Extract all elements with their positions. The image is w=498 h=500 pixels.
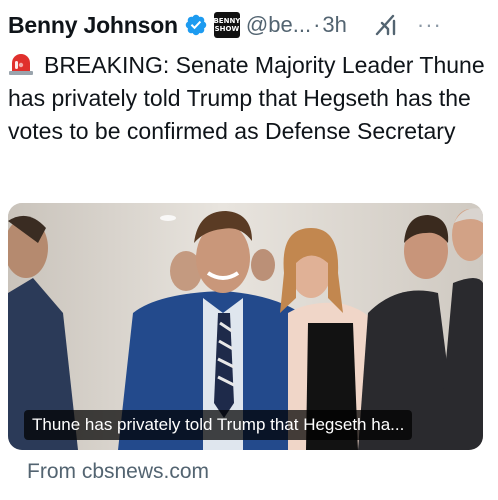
badge-line2: SHOW	[214, 25, 240, 33]
tweet-header: Benny Johnson BENNY SHOW @be... · 3h ···	[8, 8, 490, 42]
tweet-text: BREAKING: Senate Majority Leader Thune h…	[8, 49, 492, 148]
time-separator: ·	[313, 12, 321, 37]
tweet-time[interactable]: 3h	[322, 12, 346, 38]
author-name[interactable]: Benny Johnson	[8, 12, 178, 39]
benny-show-badge: BENNY SHOW	[213, 12, 241, 38]
grok-icon[interactable]	[373, 12, 399, 38]
author-handle[interactable]: @be...	[246, 12, 311, 38]
badge-line1: BENNY	[213, 17, 241, 25]
more-icon[interactable]: ···	[417, 14, 442, 36]
tweet-body: BREAKING: Senate Majority Leader Thune h…	[8, 52, 485, 144]
siren-emoji-icon	[9, 54, 33, 75]
card-caption: Thune has privately told Trump that Hegs…	[24, 410, 413, 440]
card-source[interactable]: From cbsnews.com	[27, 460, 209, 484]
link-card[interactable]: Thune has privately told Trump that Hegs…	[8, 203, 483, 450]
verified-badge-icon	[185, 14, 207, 36]
